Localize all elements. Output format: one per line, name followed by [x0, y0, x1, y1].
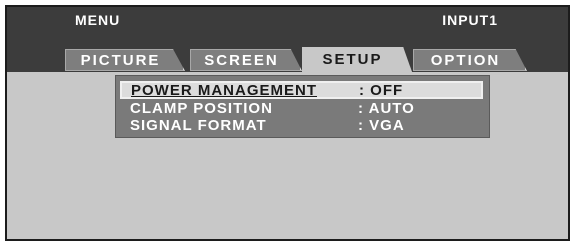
setting-value: : VGA	[358, 117, 405, 134]
setup-settings-panel: POWER MANAGEMENT : OFF CLAMP POSITION : …	[115, 75, 490, 138]
tab-screen[interactable]: SCREEN	[190, 49, 302, 71]
tab-setup[interactable]: SETUP	[302, 47, 412, 72]
menu-title: MENU	[75, 12, 121, 28]
input-source-label: INPUT1	[442, 12, 498, 28]
tab-picture[interactable]: PICTURE	[65, 49, 185, 71]
osd-menu-screen: MENU INPUT1 PICTURE SCREEN SETUP OPTION …	[5, 5, 570, 241]
setting-label: POWER MANAGEMENT	[131, 82, 317, 99]
menu-header: MENU INPUT1	[7, 7, 568, 41]
setting-row-power-management[interactable]: POWER MANAGEMENT : OFF	[120, 81, 483, 99]
tab-option[interactable]: OPTION	[413, 49, 527, 71]
setting-label: SIGNAL FORMAT	[130, 117, 267, 134]
setting-label: CLAMP POSITION	[130, 100, 273, 117]
setting-value: : OFF	[359, 82, 404, 99]
setting-value: : AUTO	[358, 100, 415, 117]
tab-bar: PICTURE SCREEN SETUP OPTION	[7, 41, 568, 72]
